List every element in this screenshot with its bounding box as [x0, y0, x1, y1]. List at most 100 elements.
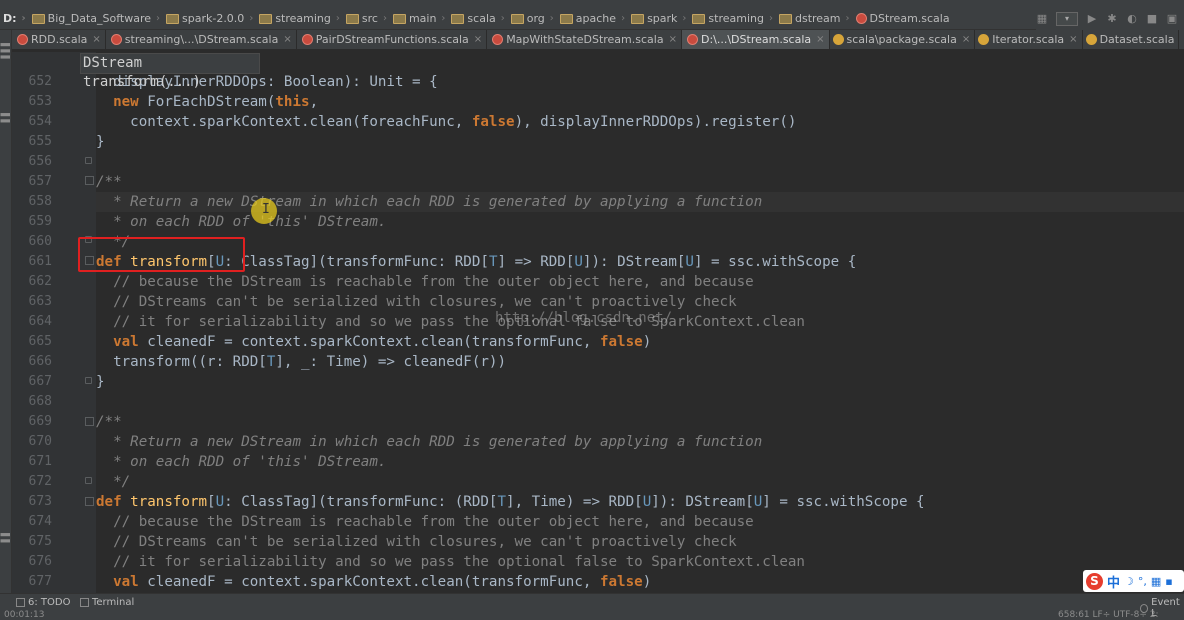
close-icon[interactable]: ×	[1069, 34, 1077, 45]
run-icon[interactable]: ▶	[1086, 13, 1098, 25]
code-line-673: def transform[U: ClassTag](transformFunc…	[96, 494, 925, 510]
terminal-icon	[80, 598, 89, 607]
tab-dataset[interactable]: Dataset.scala	[1083, 30, 1180, 49]
line-number: 671	[28, 454, 52, 469]
line-number: 654	[28, 114, 52, 129]
code-line-664: // it for serializability and so we pass…	[96, 314, 805, 330]
scala-file-icon	[17, 34, 28, 45]
close-icon[interactable]: ×	[816, 34, 824, 45]
fold-marker-icon[interactable]	[85, 417, 94, 426]
code-line-666: transform((r: RDD[T], _: Time) => cleane…	[96, 354, 507, 370]
keyboard-icon[interactable]: ▦	[1151, 575, 1161, 588]
line-number: 668	[28, 394, 52, 409]
project-tool-icon[interactable]: ▌▌▌	[1, 40, 11, 58]
nav-crumb-file[interactable]: DStream.scala	[854, 12, 950, 25]
code-line-671: * on each RDD of 'this' DStream.	[96, 454, 387, 470]
nav-crumb[interactable]: scala ›	[449, 12, 505, 25]
nav-crumb[interactable]: Big_Data_Software ›	[30, 12, 160, 25]
run-config-dropdown[interactable]: ▾	[1056, 12, 1078, 26]
line-number: 664	[28, 314, 52, 329]
line-number: 665	[28, 334, 52, 349]
fold-marker-icon[interactable]	[85, 497, 94, 506]
nav-crumb[interactable]: org ›	[509, 12, 554, 25]
menu-bar[interactable]	[0, 0, 1184, 8]
fold-marker-icon[interactable]	[85, 377, 92, 384]
line-number: 653	[28, 94, 52, 109]
structure-tool-icon[interactable]: ▌▌	[1, 110, 11, 122]
nav-crumb-drive[interactable]: D: ›	[3, 12, 26, 25]
skin-icon[interactable]: ▪	[1165, 575, 1172, 588]
fold-marker-icon[interactable]	[85, 176, 94, 185]
fold-marker-icon[interactable]	[85, 157, 92, 164]
code-line-675: // DStreams can't be serialized with clo…	[96, 534, 737, 550]
settings-icon[interactable]: ▣	[1166, 13, 1178, 25]
folder-icon	[559, 13, 573, 24]
ime-toolbar[interactable]: S 中 ☽ °, ▦ ▪	[1083, 570, 1184, 592]
close-icon[interactable]: ×	[283, 34, 291, 45]
line-number: 658	[28, 194, 52, 209]
code-line-667: }	[96, 374, 105, 390]
todo-tool-button[interactable]: 6: TODO	[16, 597, 70, 608]
code-line-657: /**	[96, 174, 122, 190]
caret-position[interactable]: 658:61 LF÷ UTF-8÷ 2:	[1058, 610, 1159, 620]
line-number: 657	[28, 174, 52, 189]
line-number: 677	[28, 574, 52, 589]
folder-icon	[451, 13, 465, 24]
folder-icon	[31, 13, 45, 24]
tab-mapwithstatedstream[interactable]: MapWithStateDStream.scala ×	[487, 30, 682, 49]
line-number: 667	[28, 374, 52, 389]
status-bar: 6: TODO Terminal Event L 00:01:13 658:61…	[0, 593, 1184, 620]
folder-icon	[631, 13, 645, 24]
line-number: 660	[28, 234, 52, 249]
line-number: 669	[28, 414, 52, 429]
code-line-665: val cleanedF = context.sparkContext.clea…	[113, 334, 652, 350]
close-icon[interactable]: ×	[962, 34, 970, 45]
close-icon[interactable]: ×	[669, 34, 677, 45]
tab-iterator[interactable]: Iterator.scala ×	[975, 30, 1083, 49]
nav-crumb[interactable]: main ›	[391, 12, 445, 25]
code-line-659: * on each RDD of 'this' DStream.	[96, 214, 387, 230]
tab-scala-package[interactable]: scala\package.scala ×	[830, 30, 976, 49]
scala-file-icon	[301, 34, 313, 45]
favorites-tool-icon[interactable]: ▌▌	[1, 530, 11, 542]
terminal-tool-button[interactable]: Terminal	[80, 597, 134, 608]
nav-crumb[interactable]: spark ›	[629, 12, 686, 25]
nav-crumb[interactable]: streaming ›	[690, 12, 773, 25]
moon-icon[interactable]: ☽	[1124, 575, 1134, 588]
nav-crumb[interactable]: dstream ›	[777, 12, 850, 25]
tab-pairdstreamfunctions[interactable]: PairDStreamFunctions.scala ×	[297, 30, 488, 49]
line-number: 661	[28, 254, 52, 269]
left-tool-strip: ▌▌▌ ▌▌ ▌▌	[0, 30, 12, 593]
line-number: 652	[28, 74, 52, 89]
line-number: 670	[28, 434, 52, 449]
line-number: 674	[28, 514, 52, 529]
debug-icon[interactable]: ✱	[1106, 13, 1118, 25]
scala-file-icon	[855, 13, 867, 24]
nav-crumb[interactable]: streaming ›	[257, 12, 340, 25]
nav-crumb[interactable]: apache ›	[558, 12, 625, 25]
punctuation-icon[interactable]: °,	[1138, 575, 1147, 588]
tab-rdd-scala[interactable]: RDD.scala ×	[12, 30, 106, 49]
nav-crumb[interactable]: spark-2.0.0 ›	[164, 12, 253, 25]
build-icon[interactable]: ▦	[1036, 13, 1048, 25]
stop-icon[interactable]: ■	[1146, 13, 1158, 25]
line-number: 672	[28, 474, 52, 489]
ime-chinese-mode[interactable]: 中	[1107, 572, 1120, 591]
close-icon[interactable]: ×	[92, 34, 100, 45]
tab-d-dstream-active[interactable]: D:\...\DStream.scala ×	[681, 30, 830, 49]
line-number: 656	[28, 154, 52, 169]
line-number: 676	[28, 554, 52, 569]
coverage-icon[interactable]: ◐	[1126, 13, 1138, 25]
line-number-gutter[interactable]: 652 653 654 655 656 657 658 659 660 661 …	[12, 52, 96, 593]
fold-marker-icon[interactable]	[85, 477, 92, 484]
highlight-annotation-box	[78, 237, 245, 272]
editor-tabs: RDD.scala × streaming\...\DStream.scala × …	[12, 30, 1184, 50]
tab-streaming-dstream[interactable]: streaming\...\DStream.scala ×	[106, 30, 297, 49]
close-icon[interactable]: ×	[474, 34, 482, 45]
nav-crumb[interactable]: src ›	[344, 12, 387, 25]
todo-icon	[16, 598, 25, 607]
breadcrumb-popup[interactable]: DStream transform(...)	[80, 53, 260, 90]
run-toolbar: ▦ ▾ ▶ ✱ ◐ ■ ▣	[1036, 8, 1184, 30]
text-cursor-icon: I	[262, 202, 270, 217]
code-line-676: // it for serializability and so we pass…	[96, 554, 805, 570]
